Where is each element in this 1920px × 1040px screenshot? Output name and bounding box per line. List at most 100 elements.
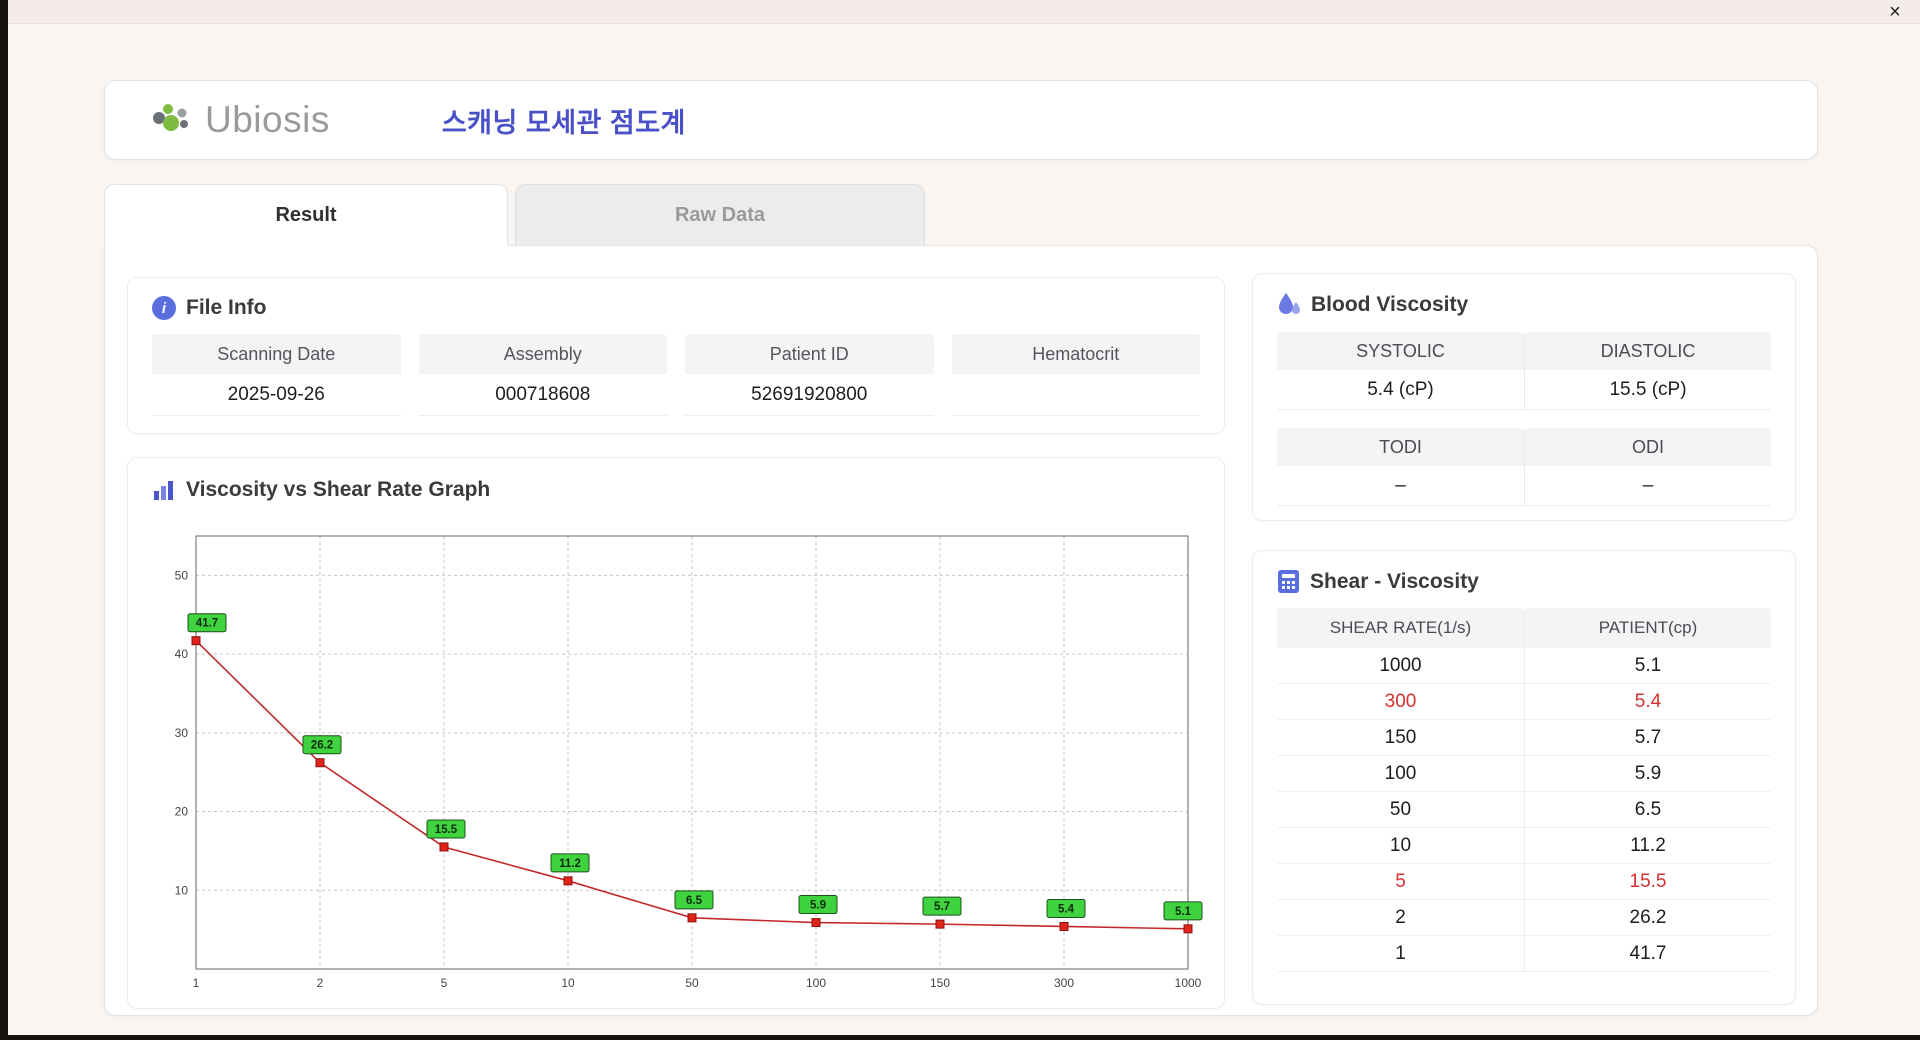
table-row: 100 5.9	[1277, 756, 1771, 792]
field-value: 000718608	[418, 374, 667, 416]
file-info-panel: i File Info Scanning Date 2025-09-26 Ass…	[127, 277, 1225, 434]
data-point-marker	[935, 919, 945, 929]
y-axis-tick-label: 20	[175, 805, 189, 819]
field-value: 2025-09-26	[152, 374, 401, 416]
shear-viscosity-panel: Shear - Viscosity SHEAR RATE(1/s) PATIEN…	[1252, 550, 1796, 1005]
brand-logo: Ubiosis	[153, 99, 330, 141]
data-point-label: 11.2	[559, 858, 581, 870]
y-axis-tick-label: 40	[175, 647, 189, 661]
viscosity-chart: 10 20 30 40 50 1 2 5 10 50 100 150 300 1000 41.7 26.2 15…	[175, 535, 1203, 990]
ubiosis-logo-icon	[153, 104, 188, 131]
field-value	[951, 374, 1200, 416]
x-axis-tick-label: 50	[685, 976, 699, 990]
cell-patient: 11.2	[1524, 828, 1771, 864]
bv-value: –	[1524, 466, 1771, 506]
cell-shear-rate: 10	[1277, 828, 1524, 864]
graph-title: Viscosity vs Shear Rate Graph	[152, 478, 1200, 502]
table-row: 1 41.7	[1277, 936, 1771, 972]
close-button[interactable]: ×	[1882, 1, 1908, 23]
x-axis-tick-label: 10	[561, 976, 575, 990]
file-info-fields: Scanning Date 2025-09-26 Assembly 000718…	[152, 334, 1200, 416]
page-title: 스캐닝 모세관 점도계	[441, 107, 686, 138]
graph-panel: Viscosity vs Shear Rate Graph 10 20 30 40 50…	[127, 457, 1225, 1009]
water-drops-icon	[1279, 293, 1300, 314]
graph-title-text: Viscosity vs Shear Rate Graph	[186, 478, 491, 501]
data-point-label: 5.7	[934, 901, 950, 913]
bv-header: TODI	[1277, 428, 1524, 466]
data-point-marker	[1059, 921, 1069, 931]
blood-viscosity-title: Blood Viscosity	[1277, 292, 1771, 318]
column-header-shear-rate: SHEAR RATE(1/s)	[1277, 608, 1524, 648]
table-row: 300 5.4	[1277, 684, 1771, 720]
brand-name: Ubiosis	[205, 99, 330, 140]
shear-viscosity-title-text: Shear - Viscosity	[1310, 569, 1479, 593]
data-point-label: 5.1	[1175, 906, 1192, 918]
calculator-icon	[1278, 570, 1299, 593]
cell-shear-rate: 2	[1277, 900, 1524, 936]
x-axis-tick-label: 5	[441, 976, 448, 990]
cell-shear-rate: 150	[1277, 720, 1524, 756]
tab-result[interactable]: Result	[104, 184, 508, 246]
data-point-marker	[315, 758, 325, 768]
tab-raw-data[interactable]: Raw Data	[515, 184, 925, 245]
field-scanning-date: Scanning Date 2025-09-26	[152, 334, 401, 416]
screen-edge-left	[0, 0, 8, 1040]
field-label: Patient ID	[685, 334, 934, 374]
info-icon: i	[152, 296, 176, 320]
cell-patient: 41.7	[1524, 936, 1771, 972]
column-header-patient: PATIENT(cp)	[1524, 608, 1771, 648]
file-info-title: i File Info	[152, 296, 1200, 320]
blood-viscosity-title-text: Blood Viscosity	[1311, 293, 1469, 316]
cell-shear-rate: 300	[1277, 684, 1524, 720]
data-point-label: 6.5	[686, 895, 703, 907]
bv-value: 15.5 (cP)	[1524, 370, 1771, 410]
cell-shear-rate: 1	[1277, 936, 1524, 972]
bv-header: DIASTOLIC	[1524, 332, 1771, 370]
data-point-marker	[439, 842, 449, 852]
bv-header: SYSTOLIC	[1277, 332, 1524, 370]
cell-patient: 6.5	[1524, 792, 1771, 828]
field-label: Assembly	[418, 334, 667, 374]
cell-patient: 5.4	[1524, 684, 1771, 720]
y-axis-tick-label: 30	[175, 726, 189, 740]
cell-patient: 5.1	[1524, 648, 1771, 684]
file-info-title-text: File Info	[186, 296, 267, 319]
shear-viscosity-title: Shear - Viscosity	[1277, 569, 1771, 594]
main-content: i File Info Scanning Date 2025-09-26 Ass…	[104, 245, 1818, 1016]
field-label: Hematocrit	[951, 334, 1200, 374]
bv-value: –	[1277, 466, 1524, 506]
blood-viscosity-panel: Blood Viscosity SYSTOLIC DIASTOLIC 5.4 (…	[1252, 273, 1796, 521]
cell-patient: 5.9	[1524, 756, 1771, 792]
field-hematocrit: Hematocrit	[951, 334, 1200, 416]
app-header: Ubiosis 스캐닝 모세관 점도계	[104, 80, 1818, 160]
y-axis-tick-label: 50	[175, 568, 189, 582]
cell-shear-rate: 1000	[1277, 648, 1524, 684]
shear-viscosity-table: SHEAR RATE(1/s) PATIENT(cp) 1000 5.1 300…	[1277, 608, 1771, 972]
data-point-marker	[1183, 924, 1193, 934]
field-label: Scanning Date	[152, 334, 401, 374]
table-row: 2 26.2	[1277, 900, 1771, 936]
window-titlebar	[0, 0, 1920, 24]
table-row: 5 15.5	[1277, 864, 1771, 900]
cell-patient: 5.7	[1524, 720, 1771, 756]
x-axis-tick-label: 100	[806, 976, 826, 990]
data-point-marker	[563, 876, 573, 886]
screen-edge-bottom	[0, 1035, 1920, 1040]
x-axis-tick-label: 1000	[1175, 976, 1202, 990]
bv-header: ODI	[1524, 428, 1771, 466]
field-patient-id: Patient ID 52691920800	[685, 334, 934, 416]
bv-grid-pressure: SYSTOLIC DIASTOLIC 5.4 (cP) 15.5 (cP)	[1277, 332, 1771, 410]
right-column: Blood Viscosity SYSTOLIC DIASTOLIC 5.4 (…	[1252, 273, 1796, 1005]
x-axis-tick-label: 300	[1054, 976, 1074, 990]
data-point-marker	[687, 913, 697, 923]
data-point-label: 26.2	[311, 740, 333, 752]
bv-value: 5.4 (cP)	[1277, 370, 1524, 410]
bv-grid-indices: TODI ODI – –	[1277, 428, 1771, 506]
table-row: 50 6.5	[1277, 792, 1771, 828]
cell-shear-rate: 50	[1277, 792, 1524, 828]
field-value: 52691920800	[685, 374, 934, 416]
tab-bar: Result Raw Data	[104, 184, 925, 246]
x-axis-tick-label: 150	[930, 976, 950, 990]
cell-shear-rate: 100	[1277, 756, 1524, 792]
x-axis-tick-label: 1	[193, 976, 200, 990]
